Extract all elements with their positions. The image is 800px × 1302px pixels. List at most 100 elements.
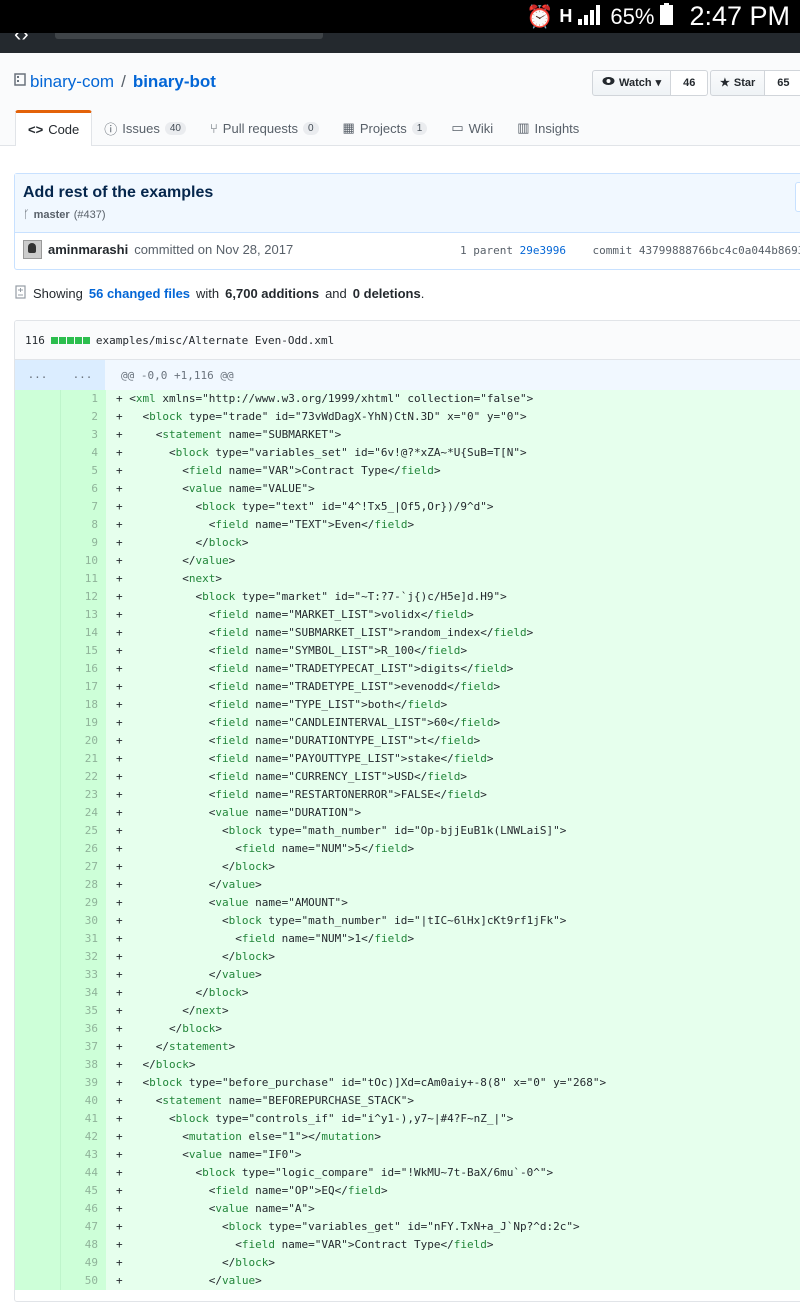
old-line-number[interactable] [15, 1272, 61, 1290]
new-line-number[interactable]: 46 [61, 1200, 106, 1218]
repo-name-link[interactable]: binary-bot [133, 72, 216, 92]
new-line-number[interactable]: 39 [61, 1074, 106, 1092]
expand-up-button[interactable]: ... [15, 360, 60, 390]
new-line-number[interactable]: 13 [61, 606, 106, 624]
old-line-number[interactable] [15, 642, 61, 660]
author-link[interactable]: aminmarashi [48, 242, 128, 257]
new-line-number[interactable]: 5 [61, 462, 106, 480]
new-line-number[interactable]: 19 [61, 714, 106, 732]
new-line-number[interactable]: 6 [61, 480, 106, 498]
new-line-number[interactable]: 50 [61, 1272, 106, 1290]
new-line-number[interactable]: 22 [61, 768, 106, 786]
old-line-number[interactable] [15, 822, 61, 840]
tab-wiki[interactable]: ▭ Wiki [439, 111, 505, 145]
new-line-number[interactable]: 16 [61, 660, 106, 678]
new-line-number[interactable]: 41 [61, 1110, 106, 1128]
new-line-number[interactable]: 12 [61, 588, 106, 606]
old-line-number[interactable] [15, 840, 61, 858]
old-line-number[interactable] [15, 498, 61, 516]
author-avatar[interactable] [23, 240, 42, 259]
new-line-number[interactable]: 15 [61, 642, 106, 660]
old-line-number[interactable] [15, 1128, 61, 1146]
new-line-number[interactable]: 25 [61, 822, 106, 840]
new-line-number[interactable]: 24 [61, 804, 106, 822]
old-line-number[interactable] [15, 948, 61, 966]
old-line-number[interactable] [15, 678, 61, 696]
old-line-number[interactable] [15, 624, 61, 642]
new-line-number[interactable]: 20 [61, 732, 106, 750]
old-line-number[interactable] [15, 696, 61, 714]
new-line-number[interactable]: 18 [61, 696, 106, 714]
tab-pull-requests[interactable]: ⑂ Pull requests 0 [198, 111, 331, 145]
old-line-number[interactable] [15, 390, 61, 408]
new-line-number[interactable]: 11 [61, 570, 106, 588]
watch-count[interactable]: 46 [671, 70, 709, 96]
new-line-number[interactable]: 38 [61, 1056, 106, 1074]
old-line-number[interactable] [15, 462, 61, 480]
new-line-number[interactable]: 47 [61, 1218, 106, 1236]
old-line-number[interactable] [15, 750, 61, 768]
old-line-number[interactable] [15, 876, 61, 894]
new-line-number[interactable]: 4 [61, 444, 106, 462]
old-line-number[interactable] [15, 804, 61, 822]
old-line-number[interactable] [15, 1038, 61, 1056]
changed-files-link[interactable]: 56 changed files [89, 286, 190, 301]
old-line-number[interactable] [15, 984, 61, 1002]
new-line-number[interactable]: 43 [61, 1146, 106, 1164]
new-line-number[interactable]: 8 [61, 516, 106, 534]
old-line-number[interactable] [15, 858, 61, 876]
new-line-number[interactable]: 44 [61, 1164, 106, 1182]
watch-button[interactable]: Watch ▾ [592, 70, 672, 96]
tab-code[interactable]: <> Code [15, 110, 93, 146]
old-line-number[interactable] [15, 480, 61, 498]
old-line-number[interactable] [15, 1110, 61, 1128]
old-line-number[interactable] [15, 714, 61, 732]
pull-request-ref[interactable]: (#437) [74, 209, 106, 221]
star-button[interactable]: ★ Star [710, 70, 766, 96]
new-line-number[interactable]: 48 [61, 1236, 106, 1254]
old-line-number[interactable] [15, 426, 61, 444]
old-line-number[interactable] [15, 786, 61, 804]
new-line-number[interactable]: 32 [61, 948, 106, 966]
old-line-number[interactable] [15, 768, 61, 786]
old-line-number[interactable] [15, 1020, 61, 1038]
old-line-number[interactable] [15, 660, 61, 678]
old-line-number[interactable] [15, 1092, 61, 1110]
repo-owner-link[interactable]: binary-com [30, 72, 114, 92]
old-line-number[interactable] [15, 966, 61, 984]
old-line-number[interactable] [15, 444, 61, 462]
file-path[interactable]: examples/misc/Alternate Even-Odd.xml [96, 334, 334, 347]
old-line-number[interactable] [15, 534, 61, 552]
new-line-number[interactable]: 7 [61, 498, 106, 516]
new-line-number[interactable]: 3 [61, 426, 106, 444]
parent-sha-link[interactable]: 29e3996 [520, 244, 566, 257]
new-line-number[interactable]: 1 [61, 390, 106, 408]
old-line-number[interactable] [15, 516, 61, 534]
new-line-number[interactable]: 21 [61, 750, 106, 768]
old-line-number[interactable] [15, 606, 61, 624]
old-line-number[interactable] [15, 1182, 61, 1200]
old-line-number[interactable] [15, 588, 61, 606]
new-line-number[interactable]: 30 [61, 912, 106, 930]
expand-down-button[interactable]: ... [60, 360, 105, 390]
old-line-number[interactable] [15, 930, 61, 948]
new-line-number[interactable]: 40 [61, 1092, 106, 1110]
tab-projects[interactable]: ▦ Projects 1 [331, 111, 440, 145]
old-line-number[interactable] [15, 1002, 61, 1020]
new-line-number[interactable]: 17 [61, 678, 106, 696]
code-icon[interactable]: ‹› [14, 33, 29, 47]
old-line-number[interactable] [15, 1146, 61, 1164]
new-line-number[interactable]: 23 [61, 786, 106, 804]
old-line-number[interactable] [15, 570, 61, 588]
new-line-number[interactable]: 35 [61, 1002, 106, 1020]
search-input[interactable] [55, 33, 323, 39]
new-line-number[interactable]: 26 [61, 840, 106, 858]
old-line-number[interactable] [15, 1164, 61, 1182]
star-count[interactable]: 65 [765, 70, 800, 96]
old-line-number[interactable] [15, 1218, 61, 1236]
branch-link[interactable]: master [34, 209, 70, 221]
old-line-number[interactable] [15, 912, 61, 930]
new-line-number[interactable]: 28 [61, 876, 106, 894]
browse-files-button[interactable] [795, 182, 800, 212]
old-line-number[interactable] [15, 1236, 61, 1254]
